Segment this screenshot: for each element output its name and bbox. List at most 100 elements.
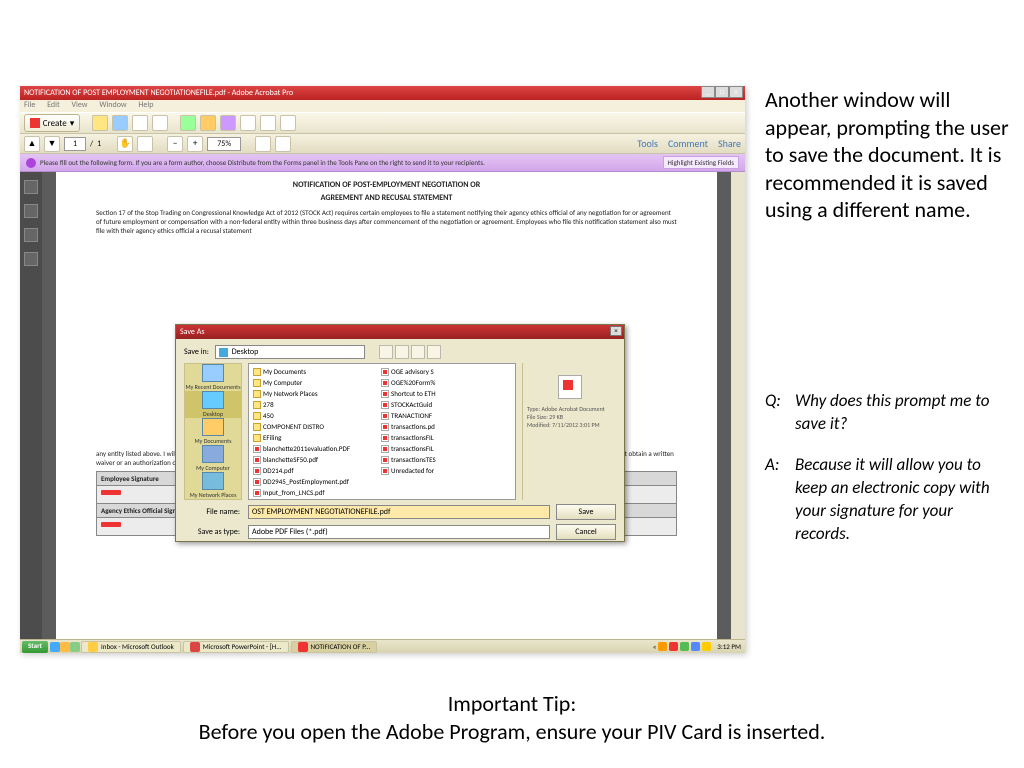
task-acrobat[interactable]: NOTIFICATION OF P... — [291, 641, 378, 653]
task-outlook[interactable]: Inbox - Microsoft Outlook — [81, 641, 181, 653]
quick-launch-icon[interactable] — [60, 642, 70, 652]
highlight-fields-button[interactable]: Highlight Existing Fields — [663, 156, 740, 169]
save-in-dropdown[interactable]: Desktop — [215, 345, 365, 359]
up-icon[interactable] — [395, 345, 409, 359]
a-text: Because it will allow you to keep an ele… — [795, 454, 1010, 546]
tool-icon[interactable] — [240, 115, 256, 131]
file-item[interactable]: My Network Places — [253, 388, 379, 399]
file-item[interactable]: Input_from_LNCS.pdf — [253, 487, 379, 498]
file-item[interactable]: COMPONENT DISTRO — [253, 421, 379, 432]
file-item[interactable]: blanchetteSF50.pdf — [253, 454, 379, 465]
comment-link[interactable]: Comment — [668, 137, 708, 150]
tray-icon[interactable] — [691, 642, 700, 651]
tray-icon[interactable] — [658, 642, 667, 651]
menu-window[interactable]: Window — [99, 100, 126, 110]
place-mynetwork[interactable]: My Network Places — [185, 472, 241, 499]
menu-edit[interactable]: Edit — [47, 100, 60, 110]
filename-input[interactable]: OST EMPLOYMENT NEGOTIATIONEFILE.pdf — [248, 505, 550, 519]
file-item[interactable]: transactionsFIL — [381, 443, 507, 454]
tool-icon[interactable] — [220, 115, 236, 131]
file-item[interactable]: DD214.pdf — [253, 465, 379, 476]
file-name: DD214.pdf — [263, 466, 294, 475]
page-up-icon[interactable]: ▲ — [24, 136, 40, 152]
savetype-dropdown[interactable]: Adobe PDF Files (*.pdf) — [248, 525, 550, 539]
file-item[interactable]: Modified 2011 OGE Form 278 with supervis… — [253, 498, 379, 500]
place-recent[interactable]: My Recent Documents — [185, 364, 241, 391]
tray-icon[interactable] — [702, 642, 711, 651]
menu-file[interactable]: File — [24, 100, 35, 110]
place-mycomputer[interactable]: My Computer — [185, 445, 241, 472]
zoom-out-icon[interactable]: − — [167, 136, 183, 152]
tools-link[interactable]: Tools — [637, 137, 658, 150]
file-item[interactable]: My Computer — [253, 377, 379, 388]
zoom-level[interactable]: 75% — [207, 137, 241, 151]
back-icon[interactable] — [379, 345, 393, 359]
file-name: transactions.pd — [391, 422, 435, 431]
file-name: My Network Places — [263, 389, 318, 398]
file-item[interactable]: My Documents — [253, 366, 379, 377]
place-mydocs[interactable]: My Documents — [185, 418, 241, 445]
new-folder-icon[interactable] — [411, 345, 425, 359]
file-item[interactable]: 278 — [253, 399, 379, 410]
attachments-icon[interactable] — [24, 228, 38, 242]
create-button[interactable]: Create ▾ — [24, 114, 80, 132]
file-item[interactable]: EFiling — [253, 432, 379, 443]
close-button[interactable]: × — [729, 86, 743, 98]
powerpoint-icon — [190, 642, 200, 652]
print-icon[interactable] — [132, 115, 148, 131]
file-item[interactable]: 450 — [253, 410, 379, 421]
save-icon[interactable] — [112, 115, 128, 131]
tool-icon[interactable] — [180, 115, 196, 131]
tool-icon[interactable] — [260, 115, 276, 131]
file-item[interactable]: DD2945_PostEmployment.pdf — [253, 476, 379, 487]
signatures-icon[interactable] — [24, 252, 38, 266]
start-button[interactable]: Start — [22, 641, 48, 653]
maximize-button[interactable]: □ — [715, 86, 729, 98]
cancel-button[interactable]: Cancel — [556, 524, 616, 540]
file-name: Unredacted for — [391, 466, 434, 475]
tool-icon[interactable] — [280, 115, 296, 131]
file-item[interactable]: blanchette2011evaluation.PDF — [253, 443, 379, 454]
tool-icon[interactable] — [275, 136, 291, 152]
bookmarks-icon[interactable] — [24, 204, 38, 218]
save-button[interactable]: Save — [556, 504, 616, 520]
place-desktop[interactable]: Desktop — [185, 391, 241, 418]
scrollbar[interactable] — [731, 172, 745, 639]
select-tool-icon[interactable] — [137, 136, 153, 152]
tool-icon[interactable] — [200, 115, 216, 131]
menu-view[interactable]: View — [71, 100, 87, 110]
email-icon[interactable] — [152, 115, 168, 131]
quick-launch-icon[interactable] — [70, 642, 80, 652]
zoom-in-icon[interactable]: + — [187, 136, 203, 152]
file-item[interactable]: STOCKActGuid — [381, 399, 507, 410]
file-item[interactable]: Shortcut to ETH — [381, 388, 507, 399]
hand-tool-icon[interactable]: ✋ — [117, 136, 133, 152]
folder-icon — [253, 401, 261, 409]
task-powerpoint[interactable]: Microsoft PowerPoint - [H... — [183, 641, 289, 653]
file-item[interactable]: transactionsTES — [381, 454, 507, 465]
menu-help[interactable]: Help — [138, 100, 153, 110]
file-item[interactable]: transactionsFIL — [381, 432, 507, 443]
tray-chevron-icon[interactable]: « — [653, 642, 657, 651]
file-item[interactable]: transactions.pd — [381, 421, 507, 432]
task-label: Inbox - Microsoft Outlook — [101, 642, 174, 651]
tool-icon[interactable] — [255, 136, 271, 152]
views-icon[interactable] — [427, 345, 441, 359]
open-icon[interactable] — [92, 115, 108, 131]
file-item[interactable]: TRANACTIONF — [381, 410, 507, 421]
page-total: 1 — [97, 139, 101, 149]
page-number-input[interactable]: 1 — [64, 137, 86, 151]
share-link[interactable]: Share — [718, 137, 741, 150]
tray-icon[interactable] — [669, 642, 678, 651]
file-list[interactable]: My DocumentsMy ComputerMy Network Places… — [248, 363, 516, 500]
minimize-button[interactable]: _ — [701, 86, 715, 98]
saveas-close-button[interactable]: × — [610, 326, 622, 336]
quick-launch-icon[interactable] — [50, 642, 60, 652]
page-down-icon[interactable]: ▼ — [44, 136, 60, 152]
file-item[interactable]: Unredacted for — [381, 465, 507, 476]
tray-icon[interactable] — [680, 642, 689, 651]
file-item[interactable]: OGE%20Form% — [381, 377, 507, 388]
saveas-title: Save As — [180, 327, 204, 337]
thumbnails-icon[interactable] — [24, 180, 38, 194]
file-item[interactable]: OGE advisory S — [381, 366, 507, 377]
